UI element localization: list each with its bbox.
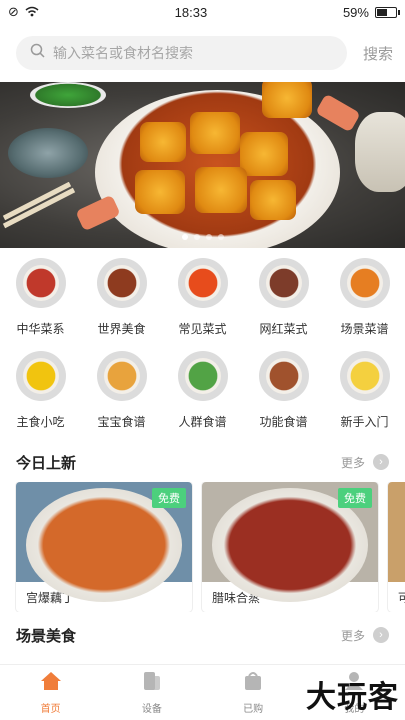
carousel-dots xyxy=(0,234,405,240)
pot-handle xyxy=(315,93,361,133)
scene-recipe-icon xyxy=(339,258,390,308)
recipe-image: 免费 xyxy=(202,482,378,602)
search-box[interactable] xyxy=(16,36,347,70)
no-sim-icon: ⊘ xyxy=(8,4,19,19)
banner-food xyxy=(140,122,186,162)
category-item[interactable]: 中华菜系 xyxy=(0,258,81,337)
tab-label: 已购 xyxy=(243,703,264,715)
more-label: 更多 xyxy=(340,628,365,643)
chopsticks-icon xyxy=(2,182,76,229)
home-icon xyxy=(40,671,62,696)
today-new-list: 免费 宫爆藕丁 免费 腊味合蒸可 xyxy=(0,482,405,612)
recipe-card[interactable]: 免费 腊味合蒸 xyxy=(202,482,378,612)
battery-percent: 59% xyxy=(342,4,369,20)
more-link[interactable]: 更多 › xyxy=(341,454,389,471)
baby-recipe-icon xyxy=(96,351,147,401)
group-recipe-icon xyxy=(177,351,228,401)
category-label: 主食小吃 xyxy=(16,415,65,429)
category-item[interactable]: 新手入门 xyxy=(324,351,405,430)
battery-icon xyxy=(374,6,400,18)
banner-food xyxy=(195,167,247,213)
carousel-dot[interactable] xyxy=(205,234,212,240)
beginner-icon xyxy=(339,351,390,401)
search-input[interactable] xyxy=(53,45,333,61)
status-time: 18:33 xyxy=(174,4,208,20)
carousel-dot[interactable] xyxy=(217,234,224,240)
status-bar: ⊘ 18:33 59% xyxy=(0,0,405,24)
category-item[interactable]: 世界美食 xyxy=(81,258,162,337)
category-item[interactable]: 网红菜式 xyxy=(243,258,324,337)
tab-device[interactable]: 设备 xyxy=(101,665,202,720)
more-label: 更多 xyxy=(340,455,365,470)
today-new-header: 今日上新 更多 › xyxy=(0,442,405,482)
world-food-icon xyxy=(96,258,147,308)
carousel-dot[interactable] xyxy=(181,234,188,240)
recipe-name: 可 xyxy=(398,590,405,605)
watermark-logo: 大玩客 xyxy=(306,681,399,714)
banner-food xyxy=(262,82,312,118)
search-icon xyxy=(30,43,45,63)
wifi-icon xyxy=(25,5,39,20)
device-icon xyxy=(141,671,163,696)
chevron-right-icon: › xyxy=(373,454,389,470)
category-item[interactable]: 常见菜式 xyxy=(162,258,243,337)
category-item[interactable]: 宝宝食谱 xyxy=(81,351,162,430)
staple-snack-icon xyxy=(15,351,66,401)
chinese-cuisine-icon xyxy=(15,258,66,308)
category-grid: 中华菜系 世界美食 常见菜式 网红菜式 场景菜谱主食小吃 宝宝食谱 人群食谱 功能食谱 新手入门 xyxy=(0,248,405,430)
section-title: 场景美食 xyxy=(16,627,77,645)
free-badge: 免费 xyxy=(338,488,372,508)
category-label: 网红菜式 xyxy=(259,322,308,336)
category-label: 人群食谱 xyxy=(178,415,227,429)
category-item[interactable]: 场景菜谱 xyxy=(324,258,405,337)
scene-food-header: 场景美食 更多 › xyxy=(0,620,405,650)
category-label: 中华菜系 xyxy=(16,322,65,336)
category-item[interactable]: 人群食谱 xyxy=(162,351,243,430)
purchased-icon xyxy=(242,671,264,696)
banner-food xyxy=(250,180,296,220)
banner-food xyxy=(240,132,288,176)
common-dish-icon xyxy=(177,258,228,308)
tab-label: 设备 xyxy=(141,703,162,715)
section-title: 今日上新 xyxy=(16,454,77,472)
banner-food xyxy=(190,112,240,154)
recipe-image xyxy=(388,482,405,582)
category-item[interactable]: 主食小吃 xyxy=(0,351,81,430)
tab-purchased[interactable]: 已购 xyxy=(203,665,304,720)
chevron-right-icon: › xyxy=(373,627,389,643)
category-label: 常见菜式 xyxy=(178,322,227,336)
banner-bowl xyxy=(355,112,405,192)
category-label: 宝宝食谱 xyxy=(97,415,146,429)
more-link[interactable]: 更多 › xyxy=(341,627,389,644)
search-bar: 搜索 xyxy=(0,24,405,82)
banner-food xyxy=(135,170,185,214)
free-badge: 免费 xyxy=(152,488,186,508)
category-label: 世界美食 xyxy=(97,322,146,336)
category-label: 功能食谱 xyxy=(259,415,308,429)
tab-label: 首页 xyxy=(40,703,61,715)
search-button[interactable]: 搜索 xyxy=(363,43,393,64)
carousel-dot[interactable] xyxy=(193,234,200,240)
recipe-image: 免费 xyxy=(16,482,192,602)
function-recipe-icon xyxy=(258,351,309,401)
category-item[interactable]: 功能食谱 xyxy=(243,351,324,430)
tab-home[interactable]: 首页 xyxy=(0,665,101,720)
trending-dish-icon xyxy=(258,258,309,308)
category-label: 新手入门 xyxy=(340,415,389,429)
banner-carousel[interactable] xyxy=(0,82,405,248)
recipe-card-partial[interactable]: 可 xyxy=(388,482,405,612)
banner-side-dish xyxy=(30,82,106,108)
banner-abalone xyxy=(8,128,88,178)
pot-handle xyxy=(75,194,121,232)
recipe-card[interactable]: 免费 宫爆藕丁 xyxy=(16,482,192,612)
category-label: 场景菜谱 xyxy=(340,322,389,336)
